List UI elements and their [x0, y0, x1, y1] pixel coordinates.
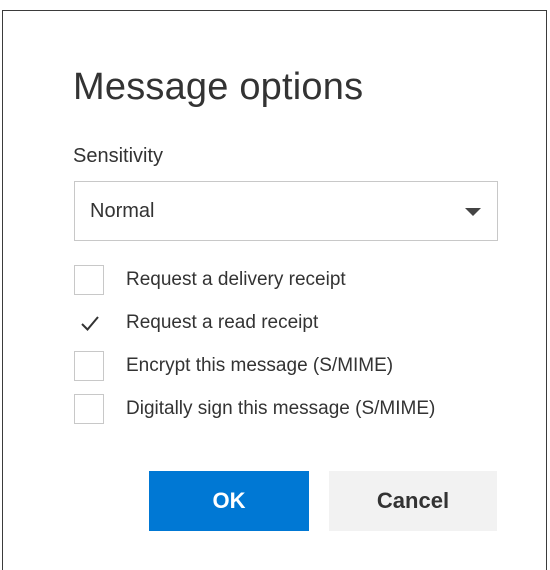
read-receipt-label: Request a read receipt [126, 312, 319, 333]
ok-button[interactable]: OK [149, 471, 309, 531]
encrypt-checkbox[interactable] [74, 351, 104, 381]
sensitivity-dropdown[interactable]: Normal [74, 181, 498, 241]
message-options-dialog: Message options Sensitivity Normal Reque… [2, 10, 547, 570]
delivery-receipt-option[interactable]: Request a delivery receipt [74, 265, 514, 297]
delivery-receipt-label: Request a delivery receipt [126, 269, 346, 290]
dialog-title: Message options [73, 66, 364, 108]
checkmark-icon [81, 316, 99, 331]
encrypt-label: Encrypt this message (S/MIME) [126, 355, 394, 376]
chevron-down-icon [465, 208, 481, 216]
read-receipt-option[interactable]: Request a read receipt [74, 308, 514, 340]
cancel-button[interactable]: Cancel [329, 471, 497, 531]
digital-sign-label: Digitally sign this message (S/MIME) [126, 398, 436, 419]
sensitivity-selected-value: Normal [90, 200, 155, 222]
digital-sign-option[interactable]: Digitally sign this message (S/MIME) [74, 394, 514, 426]
delivery-receipt-checkbox[interactable] [74, 265, 104, 295]
sensitivity-label: Sensitivity [73, 145, 164, 167]
encrypt-option[interactable]: Encrypt this message (S/MIME) [74, 351, 514, 383]
digital-sign-checkbox[interactable] [74, 394, 104, 424]
read-receipt-checkbox[interactable] [74, 308, 104, 338]
